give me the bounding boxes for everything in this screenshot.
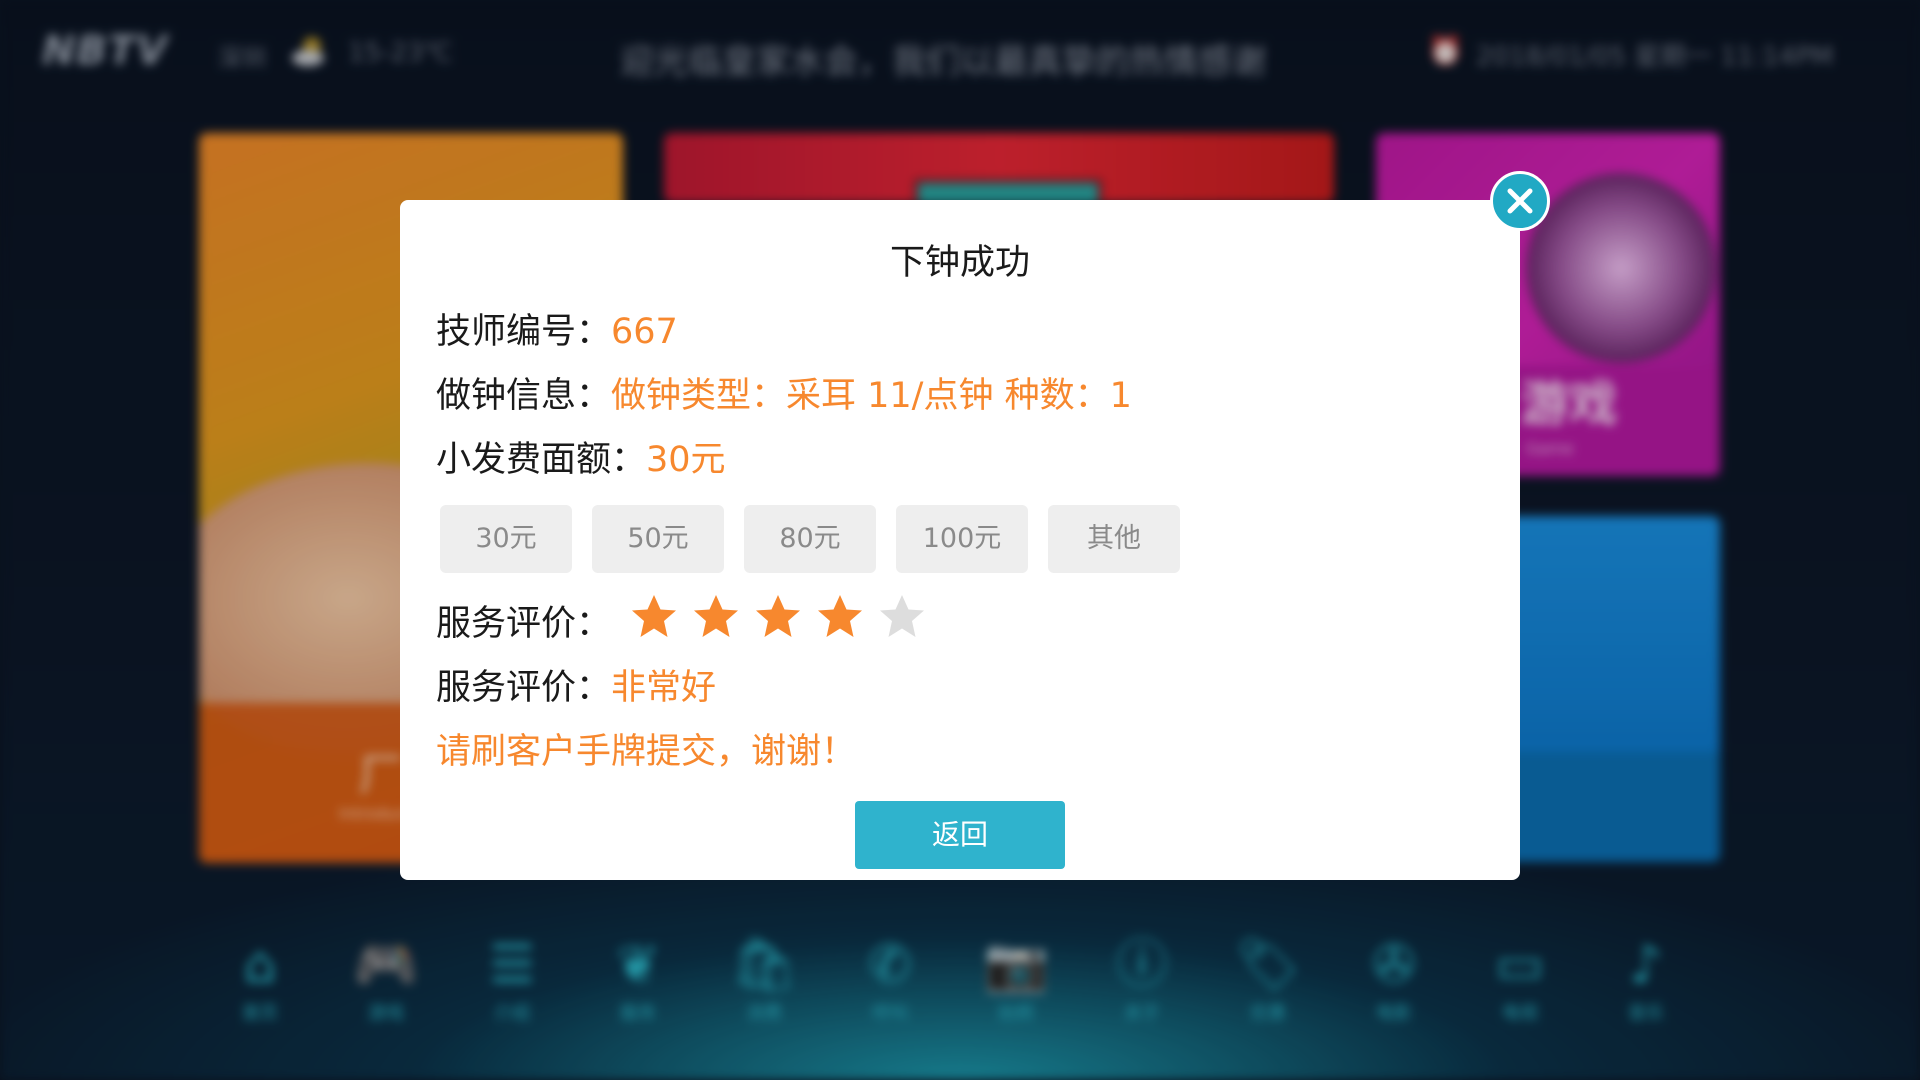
star-filled-icon[interactable] — [692, 593, 740, 641]
technician-row: 技师编号：667 — [436, 303, 678, 354]
rating-label: 服务评价： — [436, 604, 612, 644]
technician-number: 667 — [611, 312, 678, 352]
tip-amount-value: 30元 — [646, 440, 726, 480]
technician-label: 技师编号： — [436, 312, 612, 352]
clock-info-value: 做钟类型：采耳 11/点钟 种数：1 — [611, 376, 1132, 416]
star-filled-icon[interactable] — [630, 593, 678, 641]
close-icon — [1507, 188, 1533, 214]
clock-info-label: 做钟信息： — [436, 376, 612, 416]
evaluation-value: 非常好 — [611, 668, 717, 708]
tip-option-30[interactable]: 30元 — [440, 505, 572, 573]
evaluation-row: 服务评价：非常好 — [436, 659, 716, 710]
star-filled-icon[interactable] — [816, 593, 864, 641]
dialog-title: 下钟成功 — [889, 243, 1030, 283]
close-button[interactable] — [1490, 171, 1550, 231]
tip-option-50[interactable]: 50元 — [592, 505, 724, 573]
rating-row: 服务评价： — [436, 595, 611, 646]
tip-amount-row: 小发费面额：30元 — [436, 431, 726, 482]
tip-option-100[interactable]: 100元 — [896, 505, 1028, 573]
clock-info-row: 做钟信息：做钟类型：采耳 11/点钟 种数：1 — [436, 367, 1132, 418]
evaluation-label: 服务评价： — [436, 668, 612, 708]
star-empty-icon[interactable] — [878, 593, 926, 641]
star-filled-icon[interactable] — [754, 593, 802, 641]
tip-option-other[interactable]: 其他 — [1048, 505, 1180, 573]
back-button[interactable]: 返回 — [855, 801, 1065, 869]
tip-option-80[interactable]: 80元 — [744, 505, 876, 573]
clock-off-success-dialog: 下钟成功 技师编号：667 做钟信息：做钟类型：采耳 11/点钟 种数：1 小发… — [400, 200, 1520, 880]
submit-notice: 请刷客户手牌提交，谢谢！ — [436, 732, 857, 772]
tip-amount-label: 小发费面额： — [436, 440, 647, 480]
